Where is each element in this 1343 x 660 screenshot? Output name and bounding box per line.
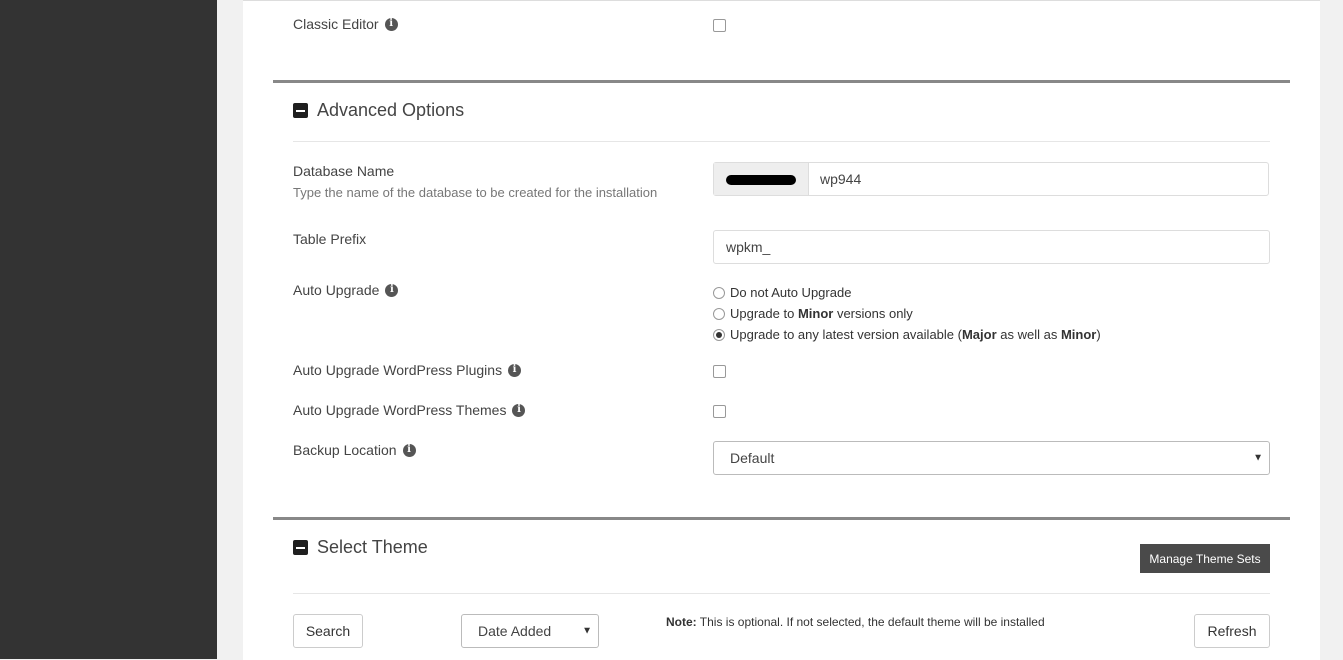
advanced-options-header[interactable]: Advanced Options xyxy=(293,100,464,121)
minus-square-icon[interactable] xyxy=(293,540,308,555)
info-icon[interactable]: i xyxy=(402,443,416,457)
radio-label: Upgrade to Minor versions only xyxy=(730,306,913,321)
backup-location-label: Backup Location xyxy=(293,442,397,458)
refresh-button[interactable]: Refresh xyxy=(1194,614,1270,648)
section-divider xyxy=(273,80,1290,83)
database-prefix-box xyxy=(714,163,809,195)
auto-upgrade-plugins-checkbox[interactable] xyxy=(713,365,726,378)
database-name-label: Database Name xyxy=(293,163,395,179)
radio-button[interactable] xyxy=(713,307,725,320)
caret-down-icon: ▼ xyxy=(582,625,592,637)
manage-theme-sets-button[interactable]: Manage Theme Sets xyxy=(1140,544,1270,573)
backup-location-row: Backup Location i xyxy=(293,442,416,458)
caret-down-icon: ▼ xyxy=(1253,452,1263,464)
search-button[interactable]: Search xyxy=(293,614,363,648)
classic-editor-row: Classic Editor i xyxy=(293,16,398,32)
database-name-row: Database Name xyxy=(293,163,394,179)
info-icon[interactable]: i xyxy=(385,283,399,297)
auto-upgrade-plugins-label: Auto Upgrade WordPress Plugins xyxy=(293,362,503,378)
theme-note: Note: This is optional. If not selected,… xyxy=(666,615,1045,629)
left-dark-sidebar xyxy=(0,0,217,659)
backup-location-select[interactable]: Default ▼ xyxy=(713,441,1270,475)
classic-editor-checkbox[interactable] xyxy=(713,19,726,32)
select-theme-header[interactable]: Select Theme xyxy=(293,537,428,558)
radio-button-selected[interactable] xyxy=(713,328,725,341)
radio-option-latest[interactable]: Upgrade to any latest version available … xyxy=(713,327,1101,342)
select-theme-title: Select Theme xyxy=(317,537,428,557)
auto-upgrade-themes-row: Auto Upgrade WordPress Themes i xyxy=(293,402,526,418)
database-name-input[interactable]: wp944 xyxy=(713,162,1269,196)
sort-value: Date Added xyxy=(478,623,552,639)
table-prefix-label: Table Prefix xyxy=(293,231,367,247)
advanced-options-title: Advanced Options xyxy=(317,100,465,120)
auto-upgrade-label: Auto Upgrade xyxy=(293,282,380,298)
radio-label: Upgrade to any latest version available … xyxy=(730,327,1101,342)
radio-button[interactable] xyxy=(713,286,725,299)
radio-option-no-upgrade[interactable]: Do not Auto Upgrade xyxy=(713,285,851,300)
auto-upgrade-plugins-row: Auto Upgrade WordPress Plugins i xyxy=(293,362,522,378)
table-prefix-input[interactable]: wpkm_ xyxy=(713,230,1270,264)
minus-square-icon[interactable] xyxy=(293,103,308,118)
classic-editor-label: Classic Editor xyxy=(293,16,379,32)
section-divider xyxy=(273,517,1290,520)
auto-upgrade-row: Auto Upgrade i xyxy=(293,282,399,298)
database-name-help: Type the name of the database to be crea… xyxy=(293,185,658,200)
info-icon[interactable]: i xyxy=(508,363,522,377)
sort-select[interactable]: Date Added ▼ xyxy=(461,614,599,648)
header-divider xyxy=(293,593,1270,594)
radio-label: Do not Auto Upgrade xyxy=(730,285,852,300)
auto-upgrade-themes-label: Auto Upgrade WordPress Themes xyxy=(293,402,507,418)
table-prefix-value: wpkm_ xyxy=(726,239,771,255)
info-icon[interactable]: i xyxy=(384,17,398,31)
backup-location-value: Default xyxy=(730,450,775,466)
redacted-prefix xyxy=(726,175,796,185)
table-prefix-row: Table Prefix xyxy=(293,231,366,247)
radio-option-minor[interactable]: Upgrade to Minor versions only xyxy=(713,306,913,321)
auto-upgrade-themes-checkbox[interactable] xyxy=(713,405,726,418)
info-icon[interactable]: i xyxy=(512,403,526,417)
database-name-value: wp944 xyxy=(820,171,862,187)
header-divider xyxy=(293,141,1270,142)
